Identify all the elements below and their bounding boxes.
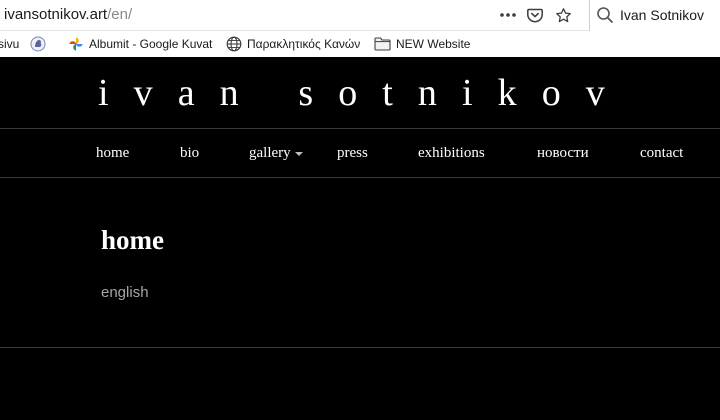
nav-press[interactable]: press	[337, 145, 368, 162]
main-navigation: home bio gallery press exhibitions новос…	[0, 129, 720, 177]
bookmark-label: NEW Website	[396, 37, 471, 51]
google-photos-icon	[69, 37, 83, 51]
bookmark-new-website[interactable]: NEW Website	[374, 35, 470, 53]
nav-home[interactable]: home	[96, 145, 129, 162]
search-field[interactable]: Ivan Sotnikov	[589, 0, 720, 31]
nav-divider	[0, 177, 720, 178]
nav-news[interactable]: новости	[537, 145, 589, 162]
url-path: /en/	[107, 6, 133, 23]
pocket-icon[interactable]	[524, 4, 546, 26]
bookmark-parakletikos[interactable]: Παρακλητικός Κανών	[226, 35, 360, 53]
page-title: home	[101, 225, 164, 255]
bookmarks-bar: sivu Albumit - Google Kuvat Παρακλητικός…	[0, 31, 720, 57]
nav-exhibitions[interactable]: exhibitions	[418, 145, 485, 162]
url-host: ivansotnikov.art	[4, 6, 108, 23]
bookmark-label: sivu	[0, 37, 20, 51]
search-icon	[597, 7, 613, 23]
search-input: Ivan Sotnikov	[620, 7, 705, 23]
bookmark-albumit[interactable]: Albumit - Google Kuvat	[68, 35, 212, 53]
bookmark-label: Albumit - Google Kuvat	[89, 37, 213, 51]
nav-bio[interactable]: bio	[180, 145, 199, 162]
bookmark-label: Παρακλητικός Κανών	[247, 37, 361, 51]
site-title[interactable]: ivan sotnikov	[98, 71, 698, 115]
nav-contact[interactable]: contact	[640, 145, 683, 162]
lion-logo-icon	[30, 36, 46, 52]
browser-toolbar: ivansotnikov.art/en/ Ivan Sotnikov	[0, 0, 720, 31]
folder-icon	[374, 37, 391, 51]
page-content: ivan sotnikov home bio gallery press exh…	[0, 57, 720, 420]
nav-gallery[interactable]: gallery	[249, 145, 303, 162]
more-actions-icon[interactable]	[497, 4, 519, 26]
url-bar[interactable]: ivansotnikov.art/en/	[4, 6, 132, 23]
bookmark-sivu[interactable]: sivu	[0, 35, 19, 53]
footer-divider	[0, 347, 720, 348]
globe-icon	[226, 36, 242, 52]
chevron-down-icon	[294, 152, 303, 156]
bookmark-lion[interactable]	[30, 35, 46, 53]
language-label: english	[101, 284, 149, 301]
bookmark-star-icon[interactable]	[552, 4, 574, 26]
